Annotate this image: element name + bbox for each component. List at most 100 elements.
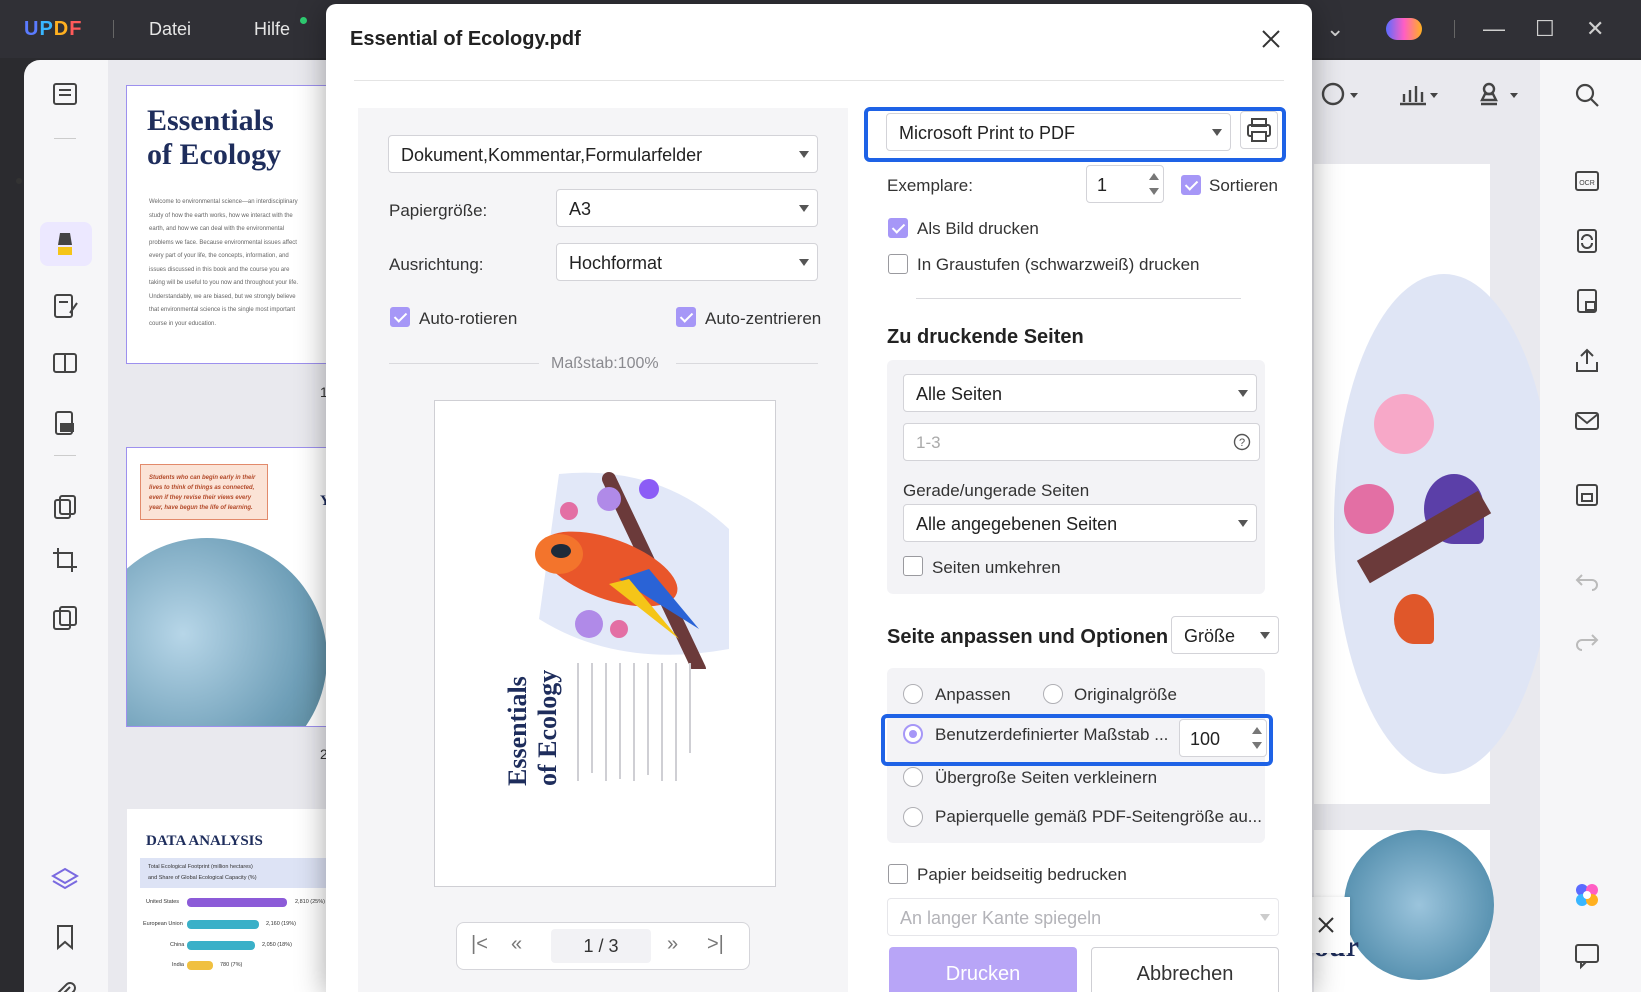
data-row-value: 2,050 (18%)	[262, 942, 292, 948]
next-page-icon[interactable]: »	[667, 933, 678, 956]
avatar[interactable]	[1386, 18, 1422, 40]
sort-label: Sortieren	[1209, 176, 1278, 195]
page-navigator: |< « 1 / 3 » >|	[456, 922, 750, 970]
content-select[interactable]: Dokument,Kommentar,Formularfelder	[388, 135, 818, 173]
chevron-down-icon	[799, 205, 809, 212]
decrement-icon[interactable]	[1252, 742, 1262, 749]
convert-icon[interactable]	[1572, 226, 1602, 256]
quote-callout: Students who can begin early in their li…	[140, 464, 268, 520]
decrement-icon[interactable]	[1149, 188, 1159, 195]
menu-help[interactable]: Hilfe	[254, 19, 290, 40]
preview-title: Essentials of Ecology	[503, 669, 562, 786]
search-icon[interactable]	[1572, 80, 1602, 110]
reverse-pages-label: Seiten umkehren	[932, 558, 1061, 577]
last-page-icon[interactable]: >|	[707, 933, 724, 956]
odd-even-select[interactable]: Alle angegebenen Seiten	[903, 504, 1257, 542]
first-page-icon[interactable]: |<	[471, 933, 488, 956]
organize-pages-icon[interactable]	[50, 492, 80, 522]
comment-icon[interactable]	[1572, 940, 1602, 970]
form-icon[interactable]	[50, 408, 80, 438]
cancel-button[interactable]: Abbrechen	[1091, 947, 1279, 992]
shape-tool-icon[interactable]	[1320, 80, 1360, 110]
print-as-image-label: Als Bild drucken	[917, 219, 1039, 238]
page-layout-icon[interactable]	[50, 348, 80, 378]
chevron-down-icon[interactable]: ⌄	[1326, 16, 1344, 42]
attachment-icon[interactable]	[50, 978, 80, 992]
shrink-oversized-radio[interactable]	[903, 767, 923, 787]
menu-file[interactable]: Datei	[149, 19, 191, 40]
data-bar	[187, 941, 255, 950]
printer-properties-button[interactable]	[1240, 111, 1278, 149]
help-icon[interactable]: ?	[1233, 433, 1251, 451]
scale-divider	[389, 363, 539, 364]
close-icon[interactable]	[1256, 24, 1286, 54]
title-separator-2	[1454, 20, 1455, 38]
close-window-icon[interactable]: ✕	[1586, 16, 1604, 42]
close-icon[interactable]	[1316, 915, 1336, 935]
chart-tool-icon[interactable]	[1396, 80, 1440, 110]
chevron-down-icon	[1260, 914, 1270, 921]
globe-image	[127, 538, 327, 726]
parrot-illustration	[535, 472, 729, 669]
increment-icon[interactable]	[1252, 727, 1262, 734]
auto-rotate-label: Auto-rotieren	[419, 309, 518, 328]
toolbar-divider	[54, 138, 76, 139]
print-button[interactable]: Drucken	[889, 947, 1077, 992]
sort-checkbox[interactable]	[1181, 175, 1201, 195]
page-range-input[interactable]: 1-3 ?	[903, 423, 1260, 461]
update-dot	[300, 17, 307, 24]
reverse-pages-checkbox[interactable]	[903, 556, 923, 576]
pages-select[interactable]: Alle Seiten	[903, 374, 1257, 412]
svg-text:?: ?	[1239, 437, 1245, 449]
reader-icon[interactable]	[50, 79, 80, 109]
edit-text-icon[interactable]	[50, 291, 80, 321]
increment-icon[interactable]	[1149, 173, 1159, 180]
printer-select[interactable]: Microsoft Print to PDF	[886, 113, 1231, 151]
auto-center-checkbox[interactable]	[676, 307, 696, 327]
fit-radio[interactable]	[903, 684, 923, 704]
duplex-checkbox[interactable]	[888, 864, 908, 884]
bookmark-icon[interactable]	[50, 922, 80, 952]
custom-scale-radio[interactable]	[903, 724, 923, 744]
highlighter-icon[interactable]	[50, 229, 80, 259]
orientation-select[interactable]: Hochformat	[556, 243, 818, 281]
previous-page-icon[interactable]: «	[511, 933, 522, 956]
paper-source-radio[interactable]	[903, 807, 923, 827]
data-row-label: European Union	[143, 921, 183, 927]
sidebar-indicator-dot	[16, 178, 22, 184]
print-as-image-checkbox[interactable]	[888, 218, 908, 238]
original-size-radio[interactable]	[1043, 684, 1063, 704]
minimize-icon[interactable]: —	[1483, 16, 1505, 42]
batch-icon[interactable]	[50, 603, 80, 633]
auto-rotate-checkbox[interactable]	[390, 307, 410, 327]
ocr-icon[interactable]: OCR	[1572, 166, 1602, 196]
custom-scale-stepper[interactable]: 100	[1179, 719, 1267, 757]
right-toolbar: OCR	[1540, 60, 1641, 992]
duplex-mode-select[interactable]: An langer Kante spiegeln	[887, 898, 1279, 936]
layers-icon[interactable]	[50, 864, 80, 894]
crop-icon[interactable]	[50, 545, 80, 575]
paper-source-label: Papierquelle gemäß PDF-Seitengröße au...	[935, 807, 1262, 826]
share-icon[interactable]	[1572, 346, 1602, 376]
protect-icon[interactable]	[1572, 286, 1602, 316]
data-bar	[187, 920, 259, 929]
grayscale-checkbox[interactable]	[888, 254, 908, 274]
data-row-value: 780 (7%)	[220, 962, 243, 968]
title-separator	[113, 20, 114, 38]
maximize-icon[interactable]: ☐	[1535, 16, 1555, 42]
ai-assistant-icon[interactable]	[1572, 880, 1602, 910]
page-thumbnail-1[interactable]: Essentials of Ecology Welcome to environm…	[126, 85, 336, 364]
page-indicator[interactable]: 1 / 3	[551, 929, 651, 963]
mail-icon[interactable]	[1572, 406, 1602, 436]
redo-icon[interactable]	[1572, 625, 1602, 655]
data-row-label: China	[170, 942, 185, 948]
fit-mode-select[interactable]: Größe	[1171, 616, 1279, 654]
stamp-tool-icon[interactable]	[1476, 80, 1520, 110]
chevron-down-icon	[1260, 632, 1270, 639]
copies-stepper[interactable]: 1	[1086, 165, 1164, 203]
custom-scale-label: Benutzerdefinierter Maßstab ...	[935, 725, 1169, 744]
save-icon[interactable]	[1572, 480, 1602, 510]
paper-size-select[interactable]: A3	[556, 189, 818, 227]
undo-icon[interactable]	[1572, 565, 1602, 595]
auto-center-label: Auto-zentrieren	[705, 309, 822, 328]
